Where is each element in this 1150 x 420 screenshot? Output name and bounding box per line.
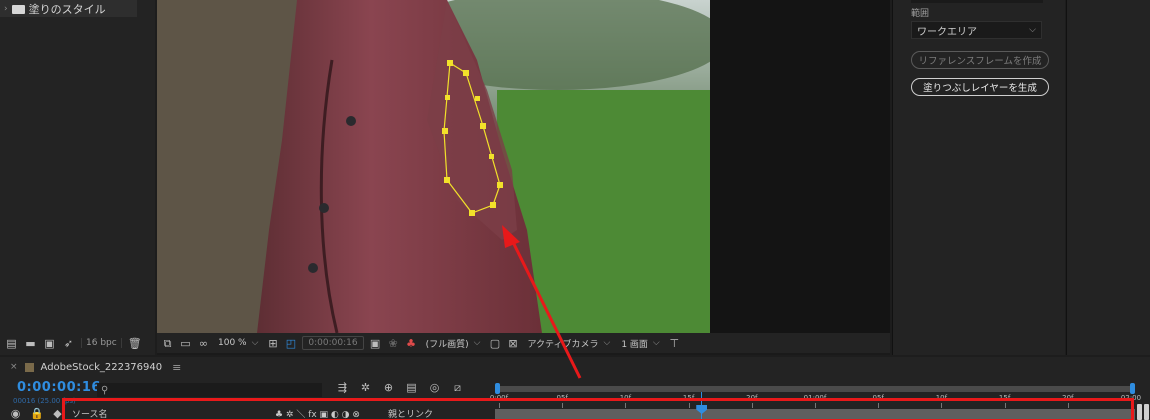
ruler-tick-mark [1131,403,1132,408]
generate-fill-layer-button[interactable]: 塗りつぶしレイヤーを生成 [911,78,1049,96]
monitor-icon[interactable]: ▭ [179,338,192,349]
draft-3d-icon[interactable]: ✲ [359,382,372,393]
ruler-tick-mark [499,403,500,408]
region-of-interest-icon[interactable]: ▢ [488,338,501,349]
timeline-panel: 0:00:00:16 00016 (25.00 fps) ⚲ ⇶ ✲ ⊕ ▤ ◎… [0,377,1150,420]
timeline-switches-toolbar: ⇶ ✲ ⊕ ▤ ◎ ⧄ [336,382,464,393]
layer-duration-bar[interactable] [495,409,1135,420]
work-area-bar[interactable] [495,386,1135,392]
resolution-dropdown[interactable]: (フル画質) [423,336,484,350]
label-tag-icon[interactable]: ◆ [51,408,64,419]
interpret-footage-icon[interactable]: ▤ [5,338,18,349]
ruler-tick-mark [1004,403,1006,408]
show-snapshot-icon[interactable]: ❀ [387,338,400,349]
chevron-right-icon[interactable]: › [4,4,8,14]
trash-icon[interactable]: 🗑 [128,338,142,349]
props-top-field [911,0,1043,3]
shy-layers-icon[interactable]: ⊕ [382,382,395,393]
comp-tab-title[interactable]: AdobeStock_222376940 [41,362,163,373]
frame-blending-icon[interactable]: ▤ [405,382,418,393]
current-time-display[interactable]: 0:00:00:16 [17,380,101,395]
close-tab-icon[interactable]: × [10,362,18,372]
timeline-zoom-handles[interactable] [1137,404,1150,420]
ruler-tick-label: 20f [1062,394,1074,402]
column-switches: ♣ ✲ ＼ fx ▣ ◐ ◑ ⊗ [275,410,360,420]
timeline-tab-bar: × AdobeStock_222376940 ≡ [0,357,1150,377]
column-source-name[interactable]: ソース名 [72,407,108,420]
flowchart-icon[interactable]: ➶ [62,338,75,349]
ruler-tick-label: 20f [746,394,758,402]
bit-depth-button[interactable]: 16 bpc [81,338,122,348]
side-panel [1066,0,1150,355]
ruler-tick-mark [878,403,880,408]
always-preview-icon[interactable]: ⧉ [161,338,174,349]
ruler-tick-mark [1067,403,1069,408]
lock-icon[interactable]: 🔒 [30,408,44,419]
zoom-dropdown[interactable]: 100 % [215,336,261,350]
create-reference-frame-button[interactable]: リファレンスフレームを作成 [911,51,1049,69]
viewer-timecode[interactable]: 0:00:00:16 [302,336,364,350]
new-composition-icon[interactable]: ▣ [43,338,56,349]
content-aware-fill-panel: 範囲 ワークエリア ⌵ リファレンスフレームを作成 塗りつぶしレイヤーを生成 [892,0,1065,355]
ruler-tick-mark [751,403,753,408]
camera-dropdown[interactable]: アクティブカメラ [524,336,613,350]
project-panel-footer: ▤ ▬ ▣ ➶ 16 bpc 🗑 [0,333,155,353]
layer-search-input[interactable]: ⚲ [97,383,322,397]
comp-color-swatch [24,362,34,372]
ruler-ticks: 0:00f 05f 10f 15f 20f 01:00f 05f 10f 15f 20f 02:00 [490,394,1141,408]
project-folder-row[interactable]: › 塗りのスタイル [0,0,137,17]
graph-editor-icon[interactable]: ⧄ [451,382,464,393]
new-folder-icon[interactable]: ▬ [24,338,37,349]
viewer-toolbar: ⧉ ▭ ∞ 100 % ⊞ ◰ 0:00:00:16 ▣ ❀ ♣ (フル画質) … [157,333,890,353]
folder-icon [11,5,25,14]
chevron-down-icon: ⌵ [1029,25,1036,35]
ruler-tick-label: 02:00 [1120,394,1142,402]
ruler-tick-mark [625,403,627,408]
ruler-tick-mark [688,403,690,408]
reset-exposure-icon[interactable]: ⊤ [668,338,681,349]
ruler-tick-label: 10f [935,394,948,402]
frame-rate-info: 00016 (25.00 fps) [13,397,76,405]
composition-viewer[interactable]: ⧉ ▭ ∞ 100 % ⊞ ◰ 0:00:00:16 ▣ ❀ ♣ (フル画質) … [157,0,890,355]
ruler-tick-mark [562,403,564,408]
viewer-pasteboard [710,0,890,333]
ruler-tick-mark [941,403,943,408]
work-area-start-handle[interactable] [495,383,500,394]
ruler-tick-label: 01:00f [803,394,827,402]
ruler-tick-label: 05f [872,394,884,402]
viewer-frame[interactable] [157,0,710,333]
transparency-grid-icon[interactable]: ⊠ [506,338,519,349]
ruler-tick-label: 15f [998,394,1011,402]
search-icon: ⚲ [101,384,109,396]
composition-mini-flowchart-icon[interactable]: ⇶ [336,382,349,393]
footage-image [157,0,710,333]
channel-rgb-icon[interactable]: ♣ [405,338,418,349]
camera-snapshot-icon[interactable]: ▣ [369,338,382,349]
work-area-end-handle[interactable] [1130,383,1135,394]
ruler-tick-label: 0:00f [489,394,509,402]
time-ruler[interactable]: 0:00f 05f 10f 15f 20f 01:00f 05f 10f 15f 20f 02:00 [490,380,1141,420]
ruler-tick-mark [815,403,816,408]
grid-guide-icon[interactable]: ⊞ [266,338,279,349]
range-select[interactable]: ワークエリア ⌵ [911,21,1042,39]
layer-column-header: ◉ 🔒 ◆ ソース名 ♣ ✲ ＼ fx ▣ ◐ ◑ ⊗ 親とリンク [5,407,490,420]
project-panel: › 塗りのスタイル ▤ ▬ ▣ ➶ 16 bpc 🗑 [0,0,155,355]
ruler-tick-label: 10f [619,394,632,402]
mask-visibility-icon[interactable]: ◰ [284,338,297,349]
ruler-tick-label: 15f [682,394,695,402]
range-select-value: ワークエリア [917,26,977,38]
motion-blur-icon[interactable]: ◎ [428,382,441,393]
views-dropdown[interactable]: 1 画面 [618,336,662,350]
column-parent-link[interactable]: 親とリンク [388,407,433,420]
eye-icon[interactable]: ◉ [9,408,22,419]
ruler-tick-label: 05f [556,394,568,402]
tab-menu-icon[interactable]: ≡ [172,361,181,374]
folder-label: 塗りのスタイル [28,2,106,16]
range-label: 範囲 [911,9,930,19]
vr-glasses-icon[interactable]: ∞ [197,338,210,349]
